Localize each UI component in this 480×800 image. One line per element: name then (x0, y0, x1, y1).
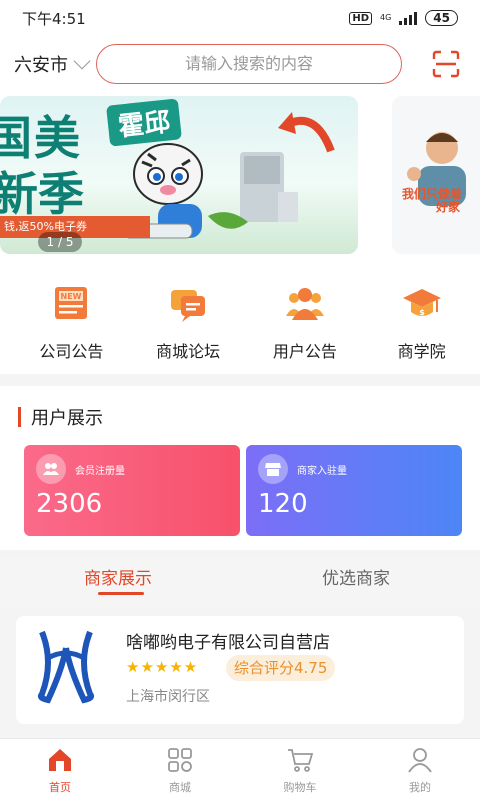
battery-icon: 45 (425, 10, 458, 26)
menu-item-business-school[interactable]: $ 商学院 (363, 262, 480, 374)
city-name: 六安市 (14, 55, 68, 76)
shop-name: 啥嘟哟电子有限公司自营店 (126, 633, 330, 653)
section-title: 用户展示 (18, 404, 103, 430)
tab-active-indicator (98, 592, 144, 595)
nav-cart[interactable]: 购物车 (240, 739, 360, 800)
section-title-text: 用户展示 (31, 408, 103, 429)
menu-label: 用户公告 (272, 342, 337, 361)
nav-mall[interactable]: 商城 (120, 739, 240, 800)
menu-label: 公司公告 (39, 342, 104, 361)
banner-carousel[interactable]: 国美 新季 霍邱 钱,返50%电子券 1 / 5 我们只做着 好家 (0, 92, 480, 262)
users-icon (285, 288, 324, 320)
profile-icon (408, 748, 432, 773)
nav-label: 商城 (169, 781, 191, 794)
banner-slide-2[interactable]: 我们只做着 好家 (392, 96, 480, 254)
rating-score-badge: 综合评分4.75 (226, 655, 336, 681)
menu-item-mall-forum[interactable]: 商城论坛 (130, 262, 247, 374)
banner-headline-2: 新季 (0, 167, 84, 221)
menu-label: 商学院 (397, 342, 446, 361)
merchant-count-card[interactable]: 商家入驻量 120 (246, 445, 462, 536)
quick-menu: NEW 公司公告 商城论坛 用户公告 $ 商学院 (0, 262, 480, 374)
card-label: 会员注册量 (75, 466, 125, 477)
shop-card[interactable]: 啥嘟哟电子有限公司自营店 ★★★★★ 综合评分4.75 上海市闵行区 (16, 616, 464, 724)
banner2-slogan-line-2: 好家 (436, 200, 461, 214)
status-time: 下午4:51 (22, 9, 86, 28)
title-accent-bar (18, 407, 21, 427)
top-header: 六安市 请输入搜索的内容 (0, 36, 480, 92)
menu-item-user-notice[interactable]: 用户公告 (247, 262, 364, 374)
city-selector[interactable]: 六安市 (14, 51, 91, 77)
tiger-mascot-illustration (128, 143, 298, 239)
forum-icon (171, 290, 206, 322)
nav-label: 购物车 (283, 781, 317, 794)
shop-address: 上海市闵行区 (126, 689, 210, 705)
signal-icon (399, 11, 418, 25)
cart-icon (288, 749, 313, 772)
bottom-navigation: 首页 商城 购物车 我的 (0, 738, 480, 800)
banner-pager: 1 / 5 (38, 232, 82, 252)
scan-icon[interactable] (432, 50, 460, 78)
banner-slide-1[interactable]: 国美 新季 霍邱 钱,返50%电子券 1 / 5 (0, 96, 358, 254)
network-label: 4G (380, 13, 392, 22)
search-input[interactable]: 请输入搜索的内容 (96, 44, 402, 84)
tab-merchant-showcase[interactable]: 商家展示 (84, 564, 152, 589)
graduation-cap-icon: $ (402, 289, 441, 317)
member-icon (36, 454, 66, 484)
nav-label: 首页 (49, 781, 71, 794)
nav-label: 我的 (409, 781, 431, 794)
nav-profile[interactable]: 我的 (360, 739, 480, 800)
menu-label: 商城论坛 (156, 342, 221, 361)
member-count-card[interactable]: 会员注册量 2306 (24, 445, 240, 536)
chevron-down-icon (73, 52, 91, 70)
news-icon: NEW (55, 287, 88, 319)
menu-item-company-notice[interactable]: NEW 公司公告 (13, 262, 130, 374)
status-bar: 下午4:51 HD 4G 45 (0, 0, 480, 36)
shop-logo (37, 630, 95, 704)
svg-text:NEW: NEW (61, 292, 82, 301)
status-icons: HD 4G 45 (349, 10, 458, 26)
banner2-slogan: 我们只做着 好家 (402, 188, 462, 214)
tab-preferred-merchants[interactable]: 优选商家 (322, 564, 390, 589)
home-icon (49, 749, 71, 771)
hd-badge: HD (349, 11, 372, 25)
user-display-section: 用户展示 会员注册量 2306 商家入驻量 120 (0, 386, 480, 550)
svg-text:$: $ (419, 308, 425, 317)
card-value: 120 (258, 489, 308, 519)
mall-icon (168, 748, 192, 772)
merchant-tabs: 商家展示 优选商家 (0, 558, 480, 608)
nav-home[interactable]: 首页 (0, 739, 120, 800)
store-icon (258, 454, 288, 484)
card-label: 商家入驻量 (297, 466, 347, 477)
card-value: 2306 (36, 489, 103, 519)
rating-stars: ★★★★★ (126, 658, 199, 676)
